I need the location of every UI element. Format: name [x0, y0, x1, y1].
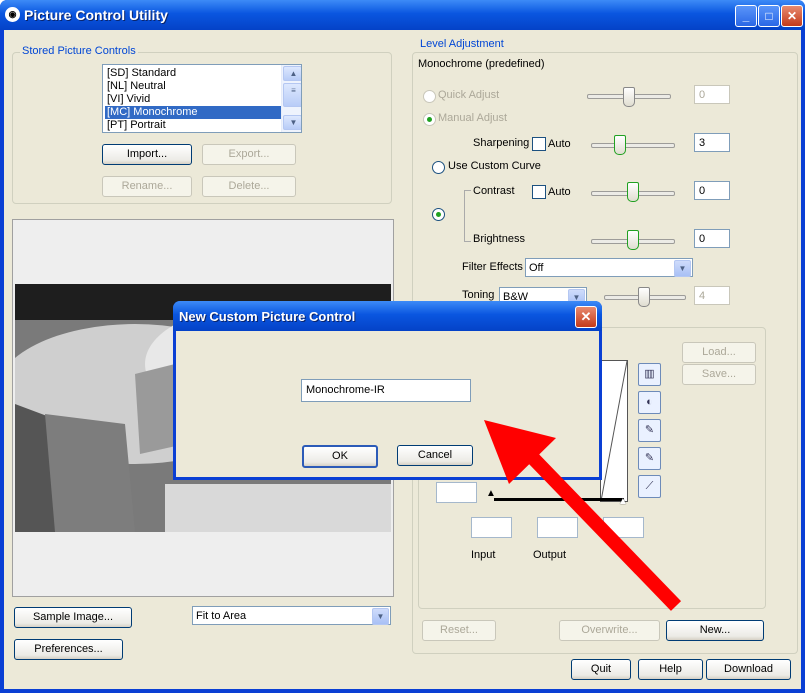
- sharpening-thumb[interactable]: [614, 135, 626, 155]
- sharpening-label: Sharpening: [473, 137, 530, 149]
- title-bar[interactable]: ◉ Picture Control Utility _ □ ✕: [0, 0, 805, 30]
- sharpening-auto-label: Auto: [548, 138, 571, 150]
- chevron-down-icon[interactable]: ▼: [674, 260, 691, 277]
- curve-icon[interactable]: ⟋: [638, 475, 661, 498]
- eyedropper-icon[interactable]: ✎: [638, 419, 661, 442]
- delete-button[interactable]: Delete...: [202, 176, 296, 197]
- fit-select-value: Fit to Area: [196, 610, 247, 622]
- curve-point-field[interactable]: [436, 482, 477, 503]
- link-bracket: [464, 190, 471, 242]
- eyedropper-icon[interactable]: ✎: [638, 447, 661, 470]
- name-input[interactable]: Monochrome-IR: [301, 379, 471, 402]
- custom-curve-radio[interactable]: [432, 161, 445, 174]
- brightness-label: Brightness: [473, 233, 525, 245]
- scroll-up-icon[interactable]: ▲: [283, 66, 301, 81]
- minimize-icon[interactable]: _: [735, 5, 757, 27]
- toning-level-value[interactable]: 4: [694, 286, 730, 305]
- quick-adjust-label: Quick Adjust: [438, 89, 500, 101]
- level-subtitle: Monochrome (predefined): [418, 58, 545, 70]
- overwrite-button[interactable]: Overwrite...: [559, 620, 660, 641]
- cancel-button[interactable]: Cancel: [397, 445, 473, 466]
- maximize-icon[interactable]: □: [758, 5, 780, 27]
- save-button[interactable]: Save...: [682, 364, 756, 385]
- contrast-auto-label: Auto: [548, 186, 571, 198]
- curve-range-bar: [494, 480, 624, 501]
- stored-controls-list[interactable]: [SD] Standard [NL] Neutral [VI] Vivid [MC] …: [102, 64, 302, 133]
- link-radio[interactable]: [432, 208, 445, 221]
- list-item[interactable]: [SD] Standard: [105, 67, 285, 80]
- input-label: Input: [471, 549, 496, 561]
- ok-button[interactable]: OK: [302, 445, 378, 468]
- rename-button[interactable]: Rename...: [102, 176, 192, 197]
- filter-effects-select[interactable]: Off ▼: [525, 258, 693, 277]
- list-scrollbar[interactable]: ▲ ≡ ▼: [281, 65, 301, 132]
- quick-adjust-value[interactable]: 0: [694, 85, 730, 104]
- contrast-label: Contrast: [473, 185, 515, 197]
- sample-image-button[interactable]: Sample Image...: [14, 607, 132, 628]
- filter-effects-value: Off: [529, 262, 544, 274]
- chevron-down-icon[interactable]: ▼: [372, 608, 389, 625]
- close-icon[interactable]: ✕: [781, 5, 803, 27]
- brightness-value[interactable]: 0: [694, 229, 730, 248]
- list-item[interactable]: [NL] Neutral: [105, 80, 285, 93]
- toning-thumb[interactable]: [638, 287, 650, 307]
- dialog-title-bar[interactable]: New Custom Picture Control ✕: [173, 301, 602, 331]
- manual-adjust-radio[interactable]: [423, 113, 436, 126]
- sharpening-slider[interactable]: [591, 143, 675, 148]
- dialog-client: Monochrome-IR OK Cancel: [176, 331, 599, 477]
- sharpening-auto-checkbox[interactable]: [532, 137, 546, 151]
- white-point-marker[interactable]: ▲: [618, 496, 628, 507]
- histogram-icon[interactable]: ▥: [638, 363, 661, 386]
- manual-adjust-label: Manual Adjust: [438, 112, 508, 124]
- preferences-button[interactable]: Preferences...: [14, 639, 123, 660]
- midpoint-field[interactable]: [603, 517, 644, 538]
- list-item[interactable]: [PT] Portrait: [105, 119, 285, 132]
- help-button[interactable]: Help: [638, 659, 703, 680]
- contrast-auto-checkbox[interactable]: [532, 185, 546, 199]
- app-icon: ◉: [5, 7, 20, 22]
- export-button[interactable]: Export...: [202, 144, 296, 165]
- contrast-value[interactable]: 0: [694, 181, 730, 200]
- scroll-down-icon[interactable]: ▼: [283, 115, 301, 130]
- list-item[interactable]: [MC] Monochrome: [105, 106, 285, 119]
- load-button[interactable]: Load...: [682, 342, 756, 363]
- brightness-thumb[interactable]: [627, 230, 639, 250]
- input-field[interactable]: [471, 517, 512, 538]
- download-button[interactable]: Download: [706, 659, 791, 680]
- custom-curve-label: Use Custom Curve: [448, 160, 541, 172]
- list-item[interactable]: [VI] Vivid: [105, 93, 285, 106]
- scroll-thumb[interactable]: ≡: [283, 83, 301, 107]
- fit-select[interactable]: Fit to Area ▼: [192, 606, 391, 625]
- quit-button[interactable]: Quit: [571, 659, 631, 680]
- sharpening-value[interactable]: 3: [694, 133, 730, 152]
- new-button[interactable]: New...: [666, 620, 764, 641]
- quick-adjust-thumb[interactable]: [623, 87, 635, 107]
- stored-controls-label: Stored Picture Controls: [20, 45, 138, 57]
- contrast-icon[interactable]: ◐: [638, 391, 661, 414]
- contrast-thumb[interactable]: [627, 182, 639, 202]
- quick-adjust-radio[interactable]: [423, 90, 436, 103]
- dialog-title: New Custom Picture Control: [179, 309, 356, 324]
- close-icon[interactable]: ✕: [575, 306, 597, 328]
- window-title: Picture Control Utility: [24, 7, 168, 23]
- new-custom-picture-control-dialog: New Custom Picture Control ✕ Monochrome-…: [173, 301, 602, 480]
- import-button[interactable]: Import...: [102, 144, 192, 165]
- output-label: Output: [533, 549, 567, 561]
- black-point-marker[interactable]: ▲: [486, 488, 496, 499]
- output-field[interactable]: [537, 517, 578, 538]
- filter-effects-label: Filter Effects: [462, 261, 523, 273]
- toning-label: Toning: [462, 289, 495, 301]
- level-adjustment-label: Level Adjustment: [418, 38, 506, 50]
- reset-button[interactable]: Reset...: [422, 620, 496, 641]
